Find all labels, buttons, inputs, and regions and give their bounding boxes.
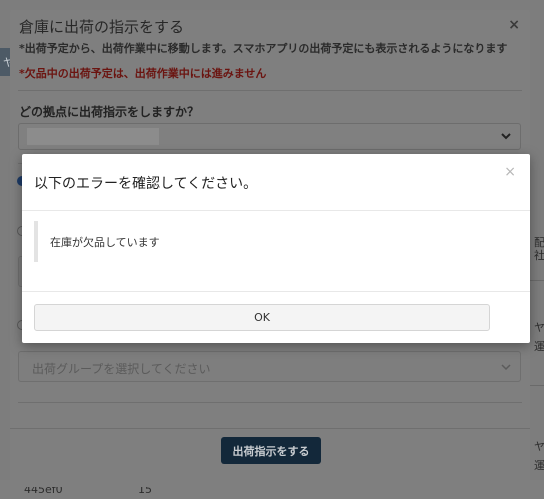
submit-shipping-button[interactable]: 出荷指示をする [221,437,321,464]
background-cell-line-1: ヤ [534,440,544,453]
modal-footer-divider [10,428,530,429]
shipping-group-select[interactable]: 出荷グループを選択してください [18,351,521,382]
modal-note: *出荷予定から、出荷作業中に移動します。スマホアプリの出荷予定にも表示されるよう… [19,42,508,55]
close-icon[interactable]: × [504,164,516,180]
shipping-group-placeholder: 出荷グループを選択してください [32,362,211,376]
modal-divider [18,90,522,91]
error-message-box: 在庫が欠品しています [34,221,500,262]
chevron-down-icon [501,133,511,140]
background-column-header: 配 社 [534,236,544,262]
modal-warning: *欠品中の出荷予定は、出荷作業中には進みません [19,67,267,80]
error-dialog-divider [22,291,530,292]
background-divider [530,385,544,386]
error-dialog-divider [22,210,530,211]
background-header-line-2: 社 [534,249,544,262]
background-cell-line-1: ヤ [534,321,544,334]
background-cell-line-2: 運 [534,340,544,353]
chevron-down-icon [501,364,511,371]
close-icon[interactable]: × [508,17,520,33]
location-question: どの拠点に出荷指示をしますか？ [19,105,200,119]
location-select-value [27,128,159,145]
background-cell-carrier-2: ヤ 運 [534,440,544,472]
background-divider [530,280,544,281]
background-cell-carrier-1: ヤ 運 [534,321,544,353]
error-dialog: 以下のエラーを確認してください。 × 在庫が欠品しています OK [22,154,530,343]
error-dialog-title: 以下のエラーを確認してください。 [34,176,258,192]
error-message: 在庫が欠品しています [50,236,160,249]
ok-button[interactable]: OK [34,304,490,331]
location-select[interactable] [18,123,521,150]
background-cell-line-2: 運 [534,459,544,472]
modal-divider [18,402,522,403]
modal-title: 倉庫に出荷の指示をする [19,18,185,36]
background-header-line-1: 配 [534,236,544,249]
